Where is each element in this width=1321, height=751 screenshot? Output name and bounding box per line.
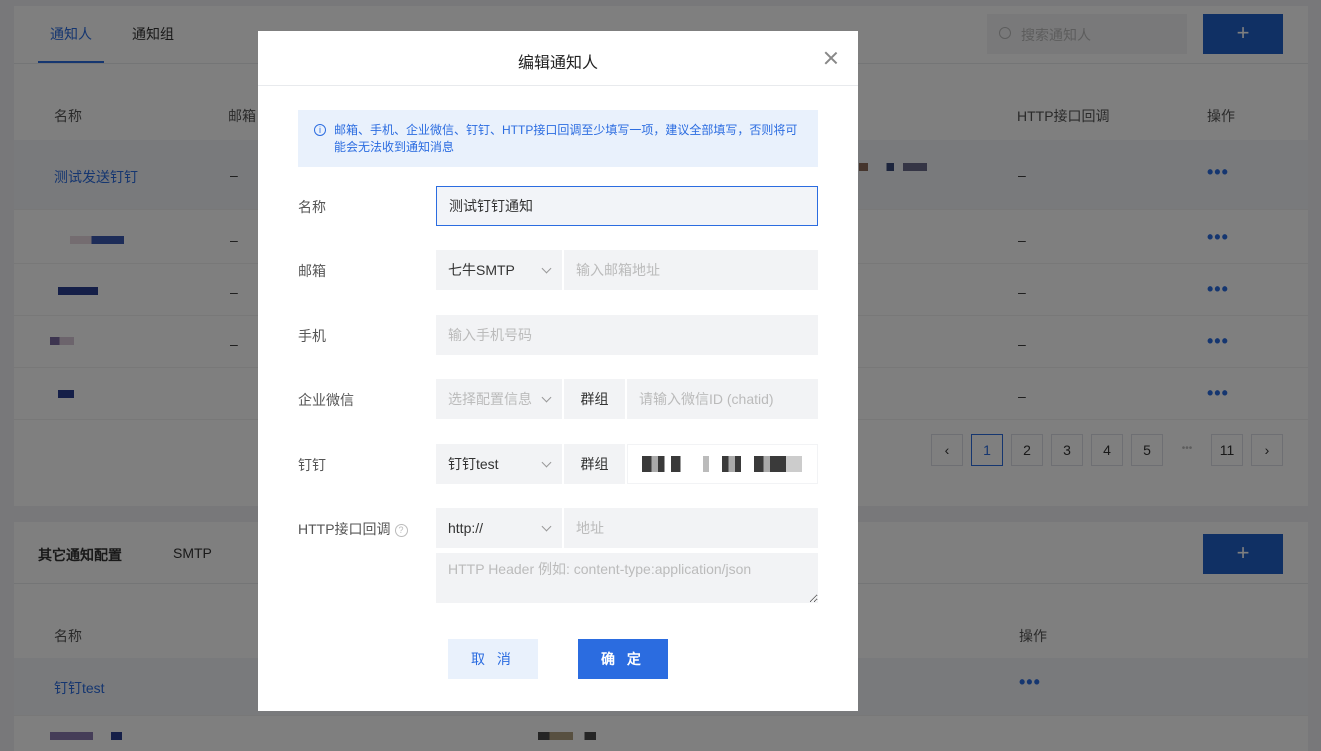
chevron-down-icon (541, 521, 552, 532)
notice-text: 邮箱、手机、企业微信、钉钉、HTTP接口回调至少填写一项，建议全部填写，否则将可… (334, 123, 798, 154)
dingtalk-config-value: 钉钉test (448, 456, 499, 472)
confirm-button[interactable]: 确 定 (578, 639, 668, 679)
http-callback-label-text: HTTP接口回调 (298, 521, 391, 537)
chevron-down-icon (541, 263, 552, 274)
dingtalk-label: 钉钉 (298, 457, 326, 473)
help-icon[interactable]: ? (394, 524, 408, 537)
dingtalk-group-input[interactable] (627, 444, 818, 484)
http-protocol-select[interactable]: http:// (436, 508, 562, 548)
http-protocol-value: http:// (448, 520, 484, 536)
wecom-config-select[interactable]: 选择配置信息 (436, 379, 562, 419)
redacted-group-id (642, 456, 802, 472)
dingtalk-config-select[interactable]: 钉钉test (436, 444, 562, 484)
chevron-down-icon (541, 457, 552, 468)
wecom-label: 企业微信 (298, 392, 354, 408)
name-input[interactable] (436, 186, 818, 226)
email-input[interactable] (564, 250, 818, 290)
dialog-title: 编辑通知人 (517, 55, 598, 72)
info-notice: i 邮箱、手机、企业微信、钉钉、HTTP接口回调至少填写一项，建议全部填写，否则… (298, 110, 818, 167)
name-label: 名称 (298, 199, 326, 215)
wecom-config-placeholder: 选择配置信息 (448, 391, 532, 407)
dialog-header: 编辑通知人 (258, 31, 858, 86)
info-icon: i (314, 124, 326, 136)
edit-contact-dialog: 编辑通知人 i 邮箱、手机、企业微信、钉钉、HTTP接口回调至少填写一项，建议全… (258, 31, 858, 711)
wecom-group-addon: 群组 (563, 379, 626, 419)
chevron-down-icon (541, 392, 552, 403)
http-address-input[interactable] (564, 508, 818, 548)
cancel-button[interactable]: 取 消 (448, 639, 538, 679)
close-icon[interactable] (824, 51, 838, 65)
email-label: 邮箱 (298, 263, 326, 279)
dingtalk-group-addon: 群组 (563, 444, 626, 484)
wecom-chatid-input[interactable] (627, 379, 818, 419)
email-provider-value: 七牛SMTP (448, 262, 515, 278)
email-provider-select[interactable]: 七牛SMTP (436, 250, 562, 290)
phone-label: 手机 (298, 328, 326, 344)
http-callback-label: HTTP接口回调? (298, 519, 408, 539)
phone-input[interactable] (436, 315, 818, 355)
http-header-textarea[interactable] (436, 553, 818, 603)
